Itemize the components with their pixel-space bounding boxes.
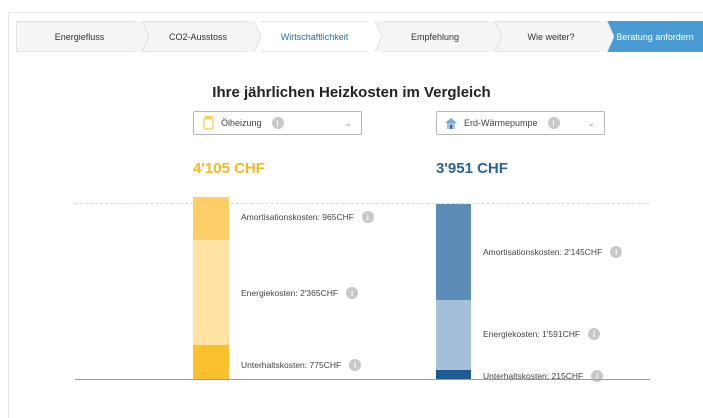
info-icon[interactable]: i [610, 246, 623, 258]
step-wie-weiter[interactable]: Wie weiter? [495, 21, 607, 52]
heating-select-left[interactable]: Ölheizung i ⌄ [193, 111, 362, 135]
oil-tank-icon [201, 116, 215, 130]
chevron-separator-icon [247, 21, 261, 52]
chevron-down-icon: ⌄ [344, 118, 352, 128]
info-icon[interactable]: i [349, 359, 362, 371]
bar-segment-maintenance-right [436, 370, 471, 379]
segment-label-maintenance-left: Unterhaltskosten: 775CHF i [241, 359, 362, 371]
segment-label-amortisation-right: Amortisationskosten: 2'145CHF i [483, 246, 623, 258]
segment-label-energy-left: Energiekosten: 2'365CHF i [241, 287, 359, 299]
select-value: Ölheizung [221, 118, 262, 128]
chart-baseline [75, 379, 650, 380]
step-energiefluss[interactable]: Energiefluss [16, 21, 142, 52]
bar-segment-maintenance-left [193, 345, 229, 379]
heat-pump-house-icon [444, 116, 458, 130]
chevron-separator-icon [368, 21, 382, 52]
step-empfehlung[interactable]: Empfehlung [375, 21, 495, 52]
step-beratung-anfordern-button[interactable]: Beratung anfordern [607, 21, 703, 52]
bar-segment-amortisation-right [436, 204, 471, 300]
bar-segment-energy-right [436, 300, 471, 370]
chevron-down-icon: ⌄ [587, 118, 595, 128]
heating-select-right[interactable]: Erd-Wärmepumpe i ⌄ [436, 111, 605, 135]
info-icon[interactable]: i [588, 328, 601, 340]
total-cost-left: 4'105 CHF [193, 160, 265, 177]
step-wirtschaftlichkeit[interactable]: Wirtschaftlichkeit [254, 21, 375, 52]
info-icon[interactable]: i [361, 211, 374, 223]
segment-label-energy-right: Energiekosten: 1'591CHF i [483, 328, 601, 340]
select-value: Erd-Wärmepumpe [464, 118, 538, 128]
chevron-separator-icon [600, 21, 614, 52]
bar-segment-amortisation-left [193, 197, 229, 240]
total-cost-right: 3'951 CHF [436, 160, 508, 177]
page-title: Ihre jährlichen Heizkosten im Vergleich [212, 84, 491, 101]
segment-label-maintenance-right: Unterhaltskosten: 215CHF i [483, 370, 604, 382]
chevron-separator-icon [488, 21, 502, 52]
bar-segment-energy-left [193, 240, 229, 345]
info-icon[interactable]: i [591, 370, 604, 382]
segment-label-amortisation-left: Amortisationskosten: 965CHF i [241, 211, 374, 223]
stepper-nav: Energiefluss CO2-Ausstoss Wirtschaftlich… [16, 21, 703, 52]
chart-top-guide [75, 203, 650, 204]
info-icon[interactable]: i [271, 117, 284, 129]
chevron-separator-icon [135, 21, 149, 52]
step-co2-ausstoss[interactable]: CO2-Ausstoss [142, 21, 254, 52]
info-icon[interactable]: i [346, 287, 359, 299]
info-icon[interactable]: i [547, 117, 560, 129]
